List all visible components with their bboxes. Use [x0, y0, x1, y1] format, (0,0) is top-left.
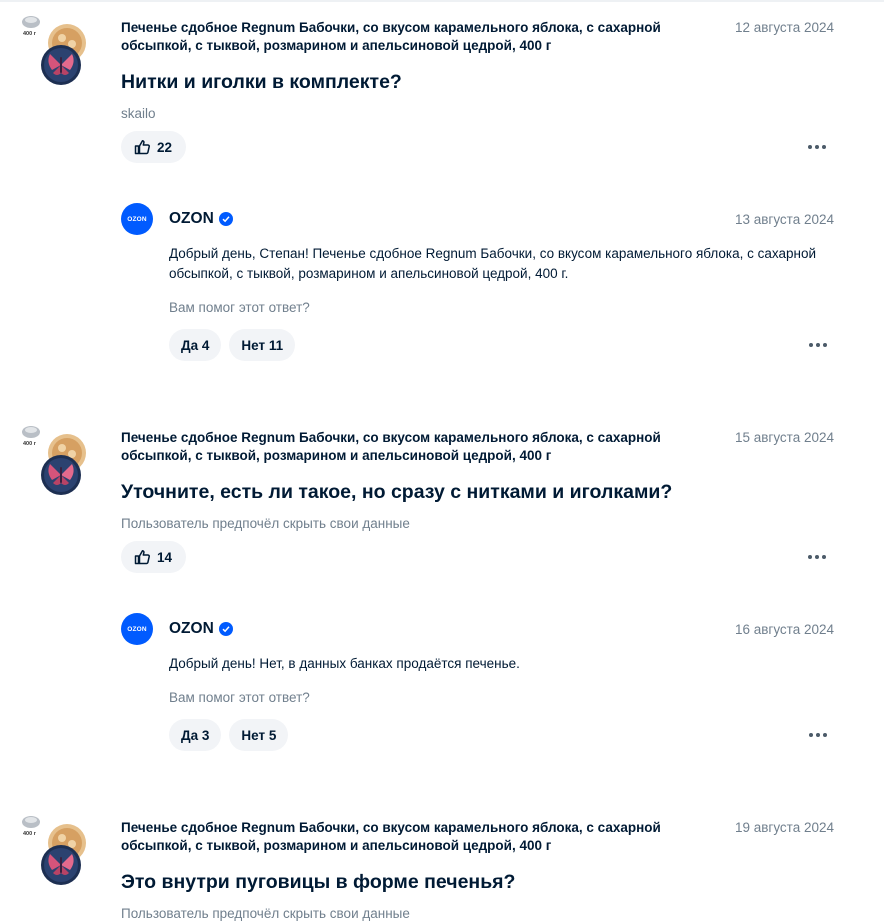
like-button[interactable]: 22 [121, 131, 187, 163]
thumb-weight-label: 400 г [23, 831, 37, 837]
thumbs-up-icon [134, 549, 150, 565]
thumb-weight-label: 400 г [23, 31, 37, 37]
question-date: 12 августа 2024 [734, 20, 834, 35]
answer-date: 16 августа 2024 [734, 622, 834, 637]
vote-yes-button[interactable]: Да 3 [169, 719, 222, 751]
question-author: Пользователь предпочёл скрыть свои данны… [121, 906, 410, 921]
thumb-weight-label: 400 г [23, 441, 37, 447]
question-text: Уточните, есть ли такое, но сразу с нитк… [121, 481, 673, 503]
seller-name-text: OZON [169, 210, 214, 227]
more-options-icon[interactable] [807, 547, 827, 567]
verified-icon [218, 622, 233, 636]
question-date: 15 августа 2024 [734, 430, 834, 445]
product-thumbnail[interactable]: 400 г [20, 813, 90, 887]
question-author: Пользователь предпочёл скрыть свои данны… [121, 516, 410, 531]
helpful-prompt: Вам помог этот ответ? [169, 690, 310, 705]
vote-buttons: Да 4 Нет 11 [169, 329, 296, 361]
like-count: 14 [157, 549, 173, 565]
ozon-logo-icon[interactable]: OZON [121, 203, 153, 235]
answer-text: Добрый день! Нет, в данных банках продаё… [169, 656, 520, 671]
thumbs-up-icon [134, 139, 150, 155]
verified-icon [218, 212, 233, 226]
like-button[interactable]: 14 [121, 541, 187, 573]
seller-name[interactable]: OZON [169, 210, 233, 228]
answer-text: Добрый день, Степан! Печенье сдобное Reg… [169, 246, 817, 281]
like-count: 22 [157, 139, 173, 155]
question-text: Это внутри пуговицы в форме печенья? [121, 871, 516, 893]
helpful-prompt: Вам помог этот ответ? [169, 300, 310, 315]
more-options-icon[interactable] [808, 335, 828, 355]
answer-card: OZON OZON 16 августа 2024 Добрый день! Н… [121, 613, 834, 783]
more-options-icon[interactable] [808, 725, 828, 745]
vote-no-button[interactable]: Нет 5 [229, 719, 289, 751]
product-thumbnail[interactable]: 400 г [20, 423, 90, 497]
answer-date: 13 августа 2024 [734, 212, 834, 227]
product-title[interactable]: Печенье сдобное Regnum Бабочки, со вкусо… [121, 429, 721, 465]
question-author: skailo [121, 106, 156, 121]
seller-name-text: OZON [169, 620, 214, 637]
answer-card: OZON OZON 13 августа 2024 Добрый день, С… [121, 203, 834, 373]
product-thumbnail[interactable]: 400 г [20, 13, 90, 87]
more-options-icon[interactable] [807, 137, 827, 157]
vote-buttons: Да 3 Нет 5 [169, 719, 289, 751]
vote-yes-button[interactable]: Да 4 [169, 329, 222, 361]
top-divider [0, 0, 884, 2]
vote-no-button[interactable]: Нет 11 [229, 329, 296, 361]
seller-name[interactable]: OZON [169, 620, 233, 638]
question-date: 19 августа 2024 [734, 820, 834, 835]
question-text: Нитки и иголки в комплекте? [121, 71, 402, 93]
ozon-logo-icon[interactable]: OZON [121, 613, 153, 645]
product-title[interactable]: Печенье сдобное Regnum Бабочки, со вкусо… [121, 19, 721, 55]
product-title[interactable]: Печенье сдобное Regnum Бабочки, со вкусо… [121, 819, 721, 855]
